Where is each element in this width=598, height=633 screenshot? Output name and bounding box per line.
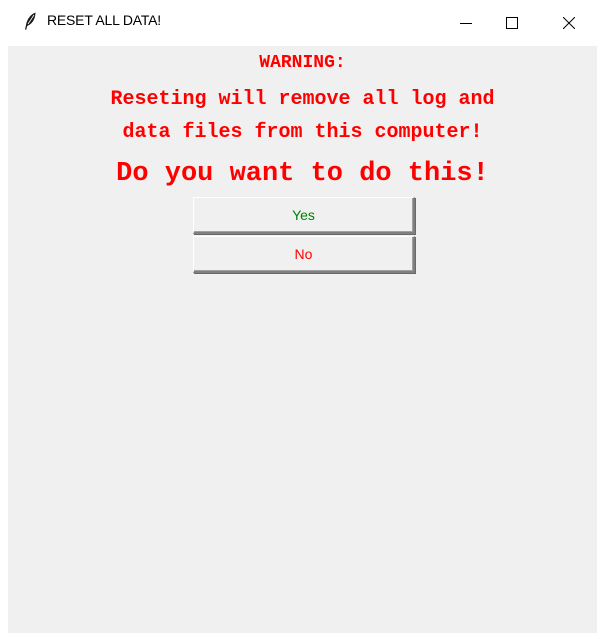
title-bar[interactable]: RESET ALL DATA!	[0, 0, 598, 46]
dialog-content: WARNING: Reseting will remove all log an…	[8, 46, 597, 633]
feather-icon	[22, 11, 38, 31]
warning-message-line-1: Reseting will remove all log and	[110, 88, 495, 111]
maximize-button[interactable]	[489, 0, 535, 46]
minimize-button[interactable]	[443, 0, 489, 46]
warning-heading: WARNING:	[259, 53, 346, 73]
window-title: RESET ALL DATA!	[47, 12, 161, 28]
close-icon	[563, 17, 575, 29]
yes-button[interactable]: Yes	[193, 197, 415, 234]
maximize-icon	[506, 17, 518, 29]
reset-dialog-window: RESET ALL DATA! WARNING: Reseting will r…	[0, 0, 598, 633]
no-button[interactable]: No	[193, 236, 415, 273]
warning-message-line-2: data files from this computer!	[122, 121, 483, 144]
close-button[interactable]	[546, 0, 592, 46]
confirmation-question: Do you want to do this!	[116, 159, 489, 189]
minimize-icon	[460, 17, 472, 29]
